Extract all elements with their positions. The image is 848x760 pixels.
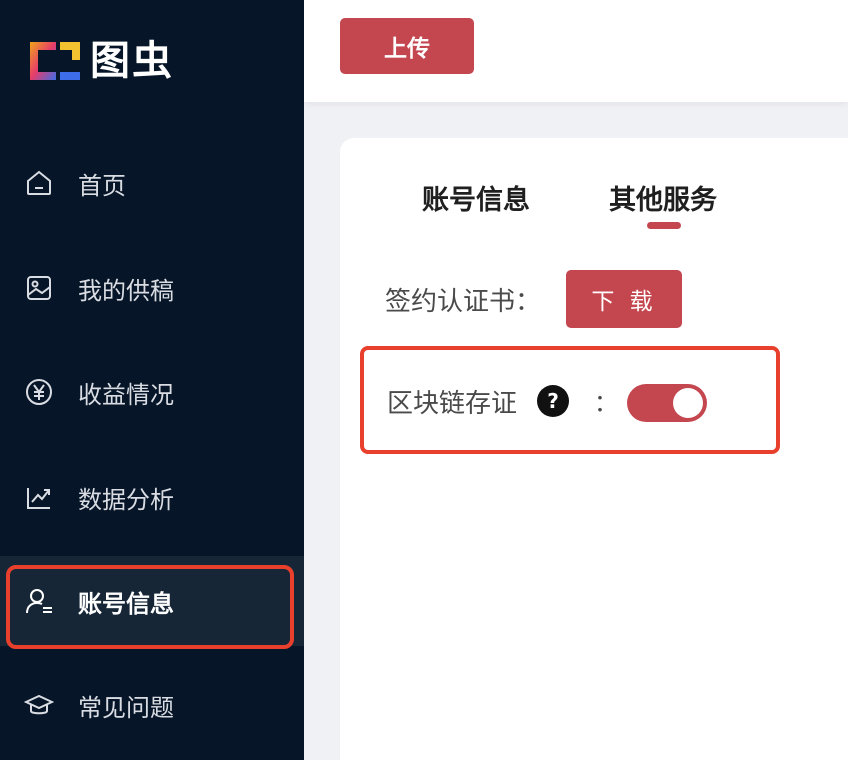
graduation-cap-icon	[24, 694, 54, 715]
upload-button[interactable]: 上传	[340, 18, 474, 74]
label-colon: ：	[594, 389, 618, 417]
logo-mark-icon	[30, 42, 80, 80]
sidebar-item-home[interactable]: 首页	[0, 138, 304, 228]
image-icon	[27, 276, 51, 300]
sidebar-item-label: 我的供稿	[78, 276, 174, 305]
brand-logo[interactable]: 图虫	[26, 38, 174, 84]
sidebar-item-submissions[interactable]: 我的供稿	[0, 243, 304, 333]
sidebar-item-analytics[interactable]: 数据分析	[0, 452, 304, 542]
tab-account-info[interactable]: 账号信息	[422, 178, 530, 217]
chart-icon	[27, 488, 50, 509]
sidebar-item-faq[interactable]: 常见问题	[0, 660, 304, 750]
sidebar-item-label: 首页	[78, 171, 126, 200]
account-card: 账号信息 其他服务 签约认证书： 下 载 区块链存证 ? ：	[340, 138, 848, 760]
help-icon[interactable]: ?	[537, 385, 569, 417]
download-button[interactable]: 下 载	[566, 270, 682, 328]
toggle-knob	[673, 388, 703, 418]
sidebar-item-account[interactable]: 账号信息	[0, 556, 304, 646]
tab-other-services[interactable]: 其他服务	[609, 178, 717, 217]
sidebar-item-label: 数据分析	[78, 485, 174, 514]
home-icon	[27, 170, 51, 195]
active-tab-indicator	[647, 222, 681, 229]
brand-name: 图虫	[90, 38, 174, 84]
top-bar: 上传	[304, 0, 848, 102]
sidebar: 图虫 首页 我的供稿 收益情况 数据分析 账号信息 常见问题	[0, 0, 304, 760]
yen-icon	[26, 379, 52, 405]
blockchain-label: 区块链存证	[387, 389, 518, 419]
sidebar-item-label: 账号信息	[78, 589, 174, 618]
blockchain-toggle[interactable]	[627, 384, 707, 422]
sidebar-item-label: 收益情况	[78, 380, 174, 409]
sidebar-item-label: 常见问题	[78, 693, 174, 722]
certificate-label: 签约认证书：	[385, 287, 542, 317]
user-icon	[26, 589, 52, 614]
sidebar-item-earnings[interactable]: 收益情况	[0, 347, 304, 437]
